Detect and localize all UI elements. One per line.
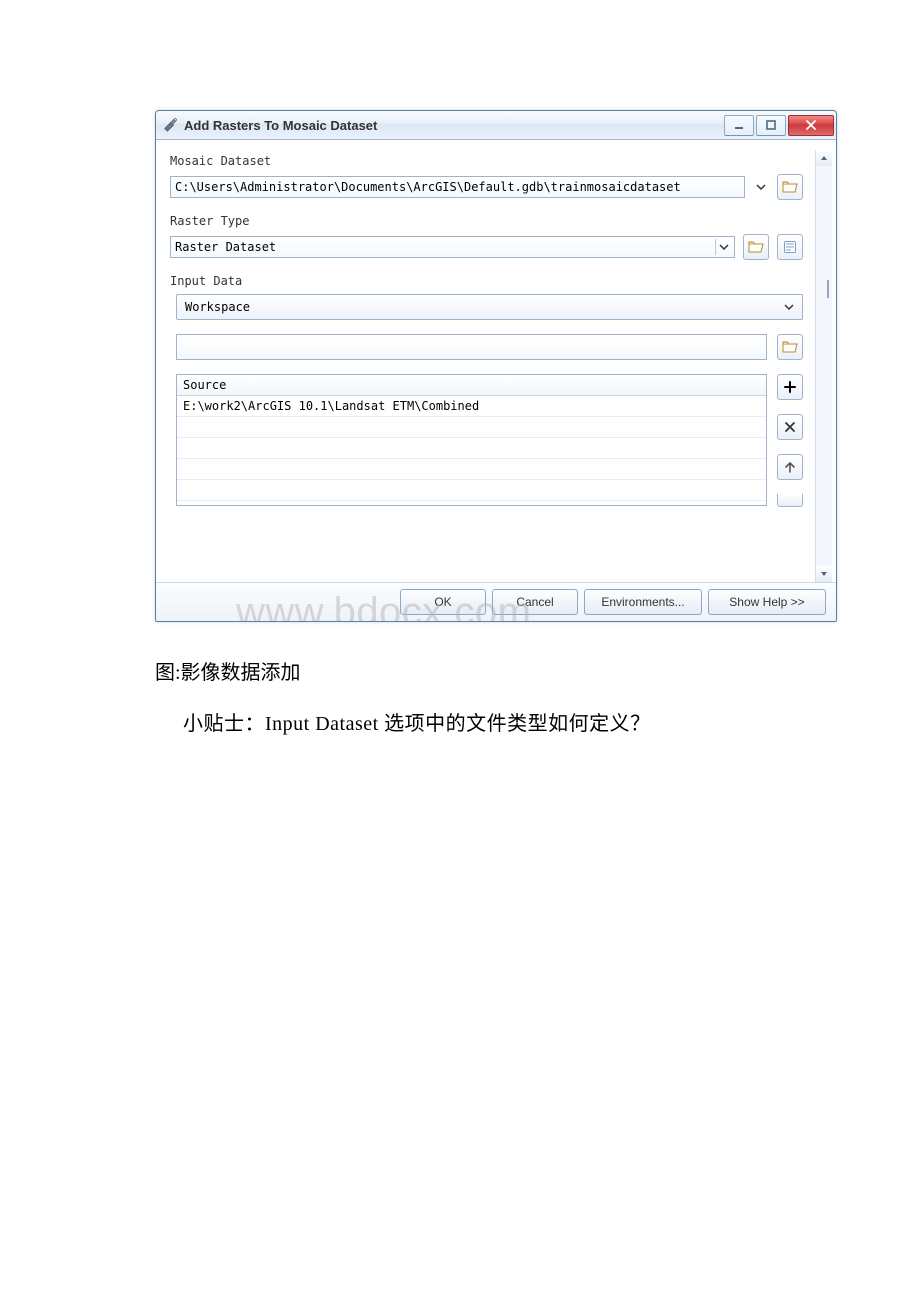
chevron-down-icon xyxy=(715,239,732,255)
label-input-data: Input Data xyxy=(170,274,807,288)
window-controls xyxy=(722,115,834,136)
browse-folder-button[interactable] xyxy=(777,334,803,360)
ok-button[interactable]: OK xyxy=(400,589,486,615)
remove-item-button[interactable] xyxy=(777,414,803,440)
workspace-path-input[interactable] xyxy=(176,334,767,360)
close-button[interactable] xyxy=(788,115,834,136)
scroll-tick xyxy=(827,280,829,298)
chevron-down-icon xyxy=(780,298,798,316)
label-raster-type: Raster Type xyxy=(170,214,807,228)
dialog-window: Add Rasters To Mosaic Dataset Mosaic Dat… xyxy=(155,110,837,622)
tool-icon xyxy=(162,117,178,133)
label-mosaic-dataset: Mosaic Dataset xyxy=(170,154,807,168)
browse-folder-button[interactable] xyxy=(743,234,769,260)
environments-button[interactable]: Environments... xyxy=(584,589,702,615)
source-listbox[interactable]: Source E:\work2\ArcGIS 10.1\Landsat ETM\… xyxy=(176,374,767,506)
chevron-down-icon[interactable] xyxy=(753,182,769,192)
mosaic-dataset-input[interactable]: C:\Users\Administrator\Documents\ArcGIS\… xyxy=(170,176,745,198)
window-title: Add Rasters To Mosaic Dataset xyxy=(184,118,722,133)
list-item xyxy=(177,438,766,459)
vertical-scrollbar[interactable] xyxy=(815,150,832,582)
raster-type-value: Raster Dataset xyxy=(175,240,276,254)
list-item xyxy=(177,480,766,501)
minimize-button[interactable] xyxy=(724,115,754,136)
list-side-buttons xyxy=(777,374,803,507)
show-help-button[interactable]: Show Help >> xyxy=(708,589,826,615)
titlebar: Add Rasters To Mosaic Dataset xyxy=(156,111,836,140)
cancel-button[interactable]: Cancel xyxy=(492,589,578,615)
figure-caption: 图:影像数据添加 xyxy=(155,656,765,685)
input-data-type-value: Workspace xyxy=(185,300,250,314)
scroll-up-icon[interactable] xyxy=(816,150,832,166)
add-item-button[interactable] xyxy=(777,374,803,400)
input-data-type-combo[interactable]: Workspace xyxy=(176,294,803,320)
mosaic-dataset-value: C:\Users\Administrator\Documents\ArcGIS\… xyxy=(175,180,681,194)
tip-caption: 小贴士：Input Dataset 选项中的文件类型如何定义？ xyxy=(155,707,765,736)
properties-button[interactable] xyxy=(777,234,803,260)
scroll-down-icon[interactable] xyxy=(816,566,832,582)
client-area: Mosaic Dataset C:\Users\Administrator\Do… xyxy=(156,140,836,582)
list-item xyxy=(177,459,766,480)
parameters-panel: Mosaic Dataset C:\Users\Administrator\Do… xyxy=(166,150,811,582)
move-down-button[interactable] xyxy=(777,494,803,507)
browse-folder-button[interactable] xyxy=(777,174,803,200)
maximize-button[interactable] xyxy=(756,115,786,136)
dialog-footer: OK Cancel Environments... Show Help >> xyxy=(156,582,836,621)
list-item[interactable]: E:\work2\ArcGIS 10.1\Landsat ETM\Combine… xyxy=(177,396,766,417)
list-item xyxy=(177,417,766,438)
raster-type-combo[interactable]: Raster Dataset xyxy=(170,236,735,258)
move-up-button[interactable] xyxy=(777,454,803,480)
list-header-source: Source xyxy=(177,375,766,396)
